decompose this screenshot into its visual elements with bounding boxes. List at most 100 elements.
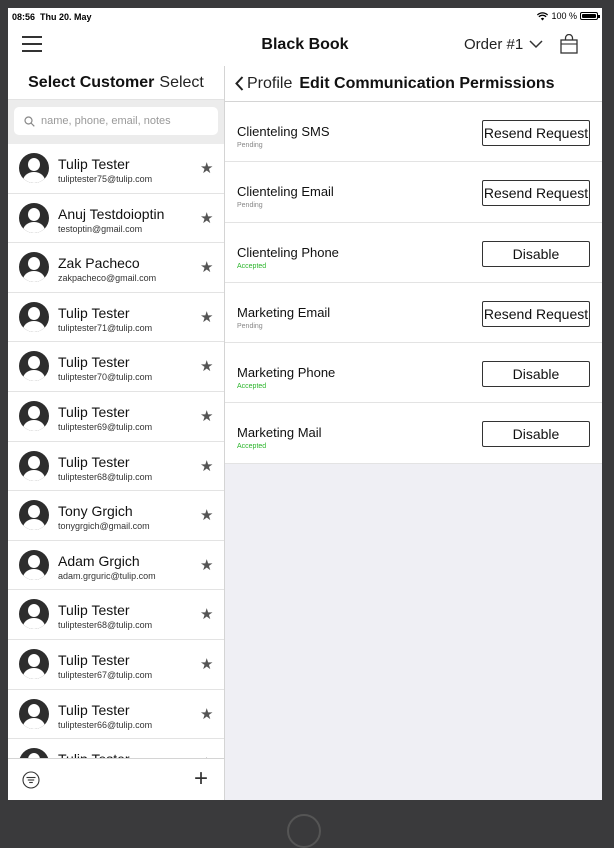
permission-name: Marketing Email — [237, 304, 331, 320]
permission-action-button[interactable]: Resend Request — [482, 120, 590, 146]
avatar — [19, 500, 49, 531]
permission-action-button[interactable]: Disable — [482, 240, 590, 267]
star-icon[interactable]: ★ — [200, 407, 213, 425]
battery-percent: 100 % — [551, 11, 577, 21]
customer-email: zakpacheco@gmail.com — [58, 273, 157, 284]
chevron-left-icon — [235, 76, 244, 91]
customer-name: Tulip Tester — [58, 701, 130, 718]
star-icon[interactable]: ★ — [200, 705, 213, 723]
permission-action-button[interactable]: Disable — [482, 361, 590, 388]
permission-row: Clienteling Email Pending Resend Request — [225, 162, 602, 223]
customer-list-item[interactable]: Tulip Tester tuliptester68@tulip.com ★ — [8, 442, 224, 492]
filter-icon[interactable] — [22, 771, 40, 789]
sidebar-header: Select Customer Select — [8, 66, 224, 100]
avatar — [19, 400, 49, 431]
permission-action-button[interactable]: Resend Request — [482, 180, 590, 207]
customer-name: Tulip Tester — [58, 156, 130, 172]
customer-list-item[interactable]: Tulip Tester tuliptester69@tulip.com ★ — [8, 392, 224, 442]
permission-row: Marketing Email Pending Resend Request — [225, 283, 602, 344]
customer-list-item[interactable]: Tulip Tester tuliptester68@tulip.com ★ — [8, 590, 224, 640]
star-icon[interactable]: ★ — [200, 605, 213, 623]
permission-list: Clienteling SMS Pending Resend Request Clie… — [225, 102, 602, 464]
chevron-down-icon — [529, 40, 543, 49]
avatar — [19, 450, 49, 481]
star-icon[interactable]: ★ — [200, 159, 213, 177]
search-bar — [8, 100, 224, 144]
permission-status: Accepted — [237, 262, 267, 270]
customer-email: tuliptester68@tulip.com — [58, 471, 153, 482]
order-dropdown[interactable]: Order #1 — [464, 36, 543, 53]
customer-list-item[interactable]: Anuj Testdoioptin testoptin@gmail.com ★ — [8, 194, 224, 244]
customer-name: Tulip Tester — [58, 651, 130, 668]
back-label: Profile — [247, 74, 293, 92]
star-icon[interactable]: ★ — [200, 457, 213, 475]
permission-name: Clienteling Phone — [237, 244, 339, 260]
permission-row: Marketing Phone Accepted Disable — [225, 343, 602, 404]
customer-email: tuliptester68@tulip.com — [58, 620, 153, 631]
customer-list-item[interactable]: Tulip Tester tuliptester71@tulip.com ★ — [8, 293, 224, 343]
customer-name: Tulip Tester — [58, 602, 130, 619]
customer-email: tuliptester70@tulip.com — [58, 372, 153, 383]
customer-email: tuliptester75@tulip.com — [58, 174, 153, 184]
avatar — [19, 202, 49, 233]
sidebar-title: Select Customer — [28, 73, 155, 91]
shopping-bag-icon[interactable] — [560, 34, 578, 54]
customer-list-item[interactable]: Tulip Tester tuliptester70@tulip.com ★ — [8, 342, 224, 392]
permission-name: Marketing Phone — [237, 365, 336, 381]
avatar — [19, 748, 49, 758]
date-text: Thu 20. May — [40, 12, 92, 22]
search-input[interactable] — [41, 115, 211, 127]
avatar — [19, 153, 49, 183]
order-label: Order #1 — [464, 36, 524, 53]
add-customer-button[interactable]: + — [194, 765, 208, 793]
customer-list-item[interactable]: Tulip Tester tuliptester75@tulip.com ★ — [8, 144, 224, 194]
customer-list-item[interactable]: Tulip Tester★ — [8, 739, 224, 758]
customer-email: tuliptester69@tulip.com — [58, 421, 153, 432]
avatar — [19, 252, 49, 283]
permission-name: Clienteling SMS — [237, 124, 330, 139]
star-icon[interactable]: ★ — [200, 308, 213, 326]
customer-list-item[interactable]: Zak Pacheco zakpacheco@gmail.com ★ — [8, 243, 224, 293]
permissions-header: Profile Edit Communication Permissions — [225, 66, 602, 102]
sidebar-footer: + — [8, 758, 224, 800]
star-icon[interactable]: ★ — [200, 209, 213, 227]
avatar — [19, 351, 49, 382]
customer-name: Tony Grgich — [58, 503, 133, 520]
permission-row: Clienteling SMS Pending Resend Request — [225, 102, 602, 163]
customer-list-item[interactable]: Tulip Tester tuliptester66@tulip.com ★ — [8, 690, 224, 740]
select-button[interactable]: Select — [159, 74, 203, 92]
permission-action-button[interactable]: Disable — [482, 421, 590, 448]
customer-email: tuliptester71@tulip.com — [58, 322, 153, 333]
permission-row: Clienteling Phone Accepted Disable — [225, 223, 602, 283]
star-icon[interactable]: ★ — [200, 655, 213, 673]
back-to-profile-button[interactable]: Profile — [235, 75, 292, 93]
customer-list-item[interactable]: Adam Grgich adam.grguric@tulip.com ★ — [8, 541, 224, 591]
status-time: 08:56 Thu 20. May — [12, 12, 92, 22]
customer-email: tonygrgich@gmail.com — [58, 521, 150, 532]
customer-list-item[interactable]: Tony Grgich tonygrgich@gmail.com ★ — [8, 491, 224, 541]
time-text: 08:56 — [12, 12, 36, 22]
star-icon[interactable]: ★ — [200, 556, 213, 574]
home-button[interactable] — [287, 814, 321, 848]
search-box[interactable] — [14, 107, 218, 135]
customer-name: Tulip Tester — [58, 354, 130, 371]
permission-status: Pending — [237, 202, 263, 210]
star-icon[interactable]: ★ — [200, 258, 213, 276]
search-icon — [24, 115, 35, 127]
permission-row: Marketing Mail Accepted Disable — [225, 403, 602, 464]
avatar — [19, 549, 49, 580]
customer-name: Tulip Tester — [58, 304, 130, 321]
permission-name: Marketing Mail — [237, 425, 322, 441]
avatar — [19, 648, 49, 679]
customer-list-item[interactable]: Tulip Tester tuliptester67@tulip.com ★ — [8, 640, 224, 690]
permission-status: Pending — [237, 322, 263, 330]
status-bar: 08:56 Thu 20. May 100 % — [8, 8, 602, 26]
page-title: Edit Communication Permissions — [299, 74, 555, 92]
star-icon[interactable]: ★ — [200, 357, 213, 375]
permission-action-button[interactable]: Resend Request — [482, 300, 590, 327]
customer-name: Tulip Tester — [58, 751, 130, 758]
wifi-icon — [537, 11, 549, 20]
avatar — [19, 301, 49, 332]
customer-email: testoptin@gmail.com — [58, 223, 143, 234]
star-icon[interactable]: ★ — [200, 506, 213, 524]
